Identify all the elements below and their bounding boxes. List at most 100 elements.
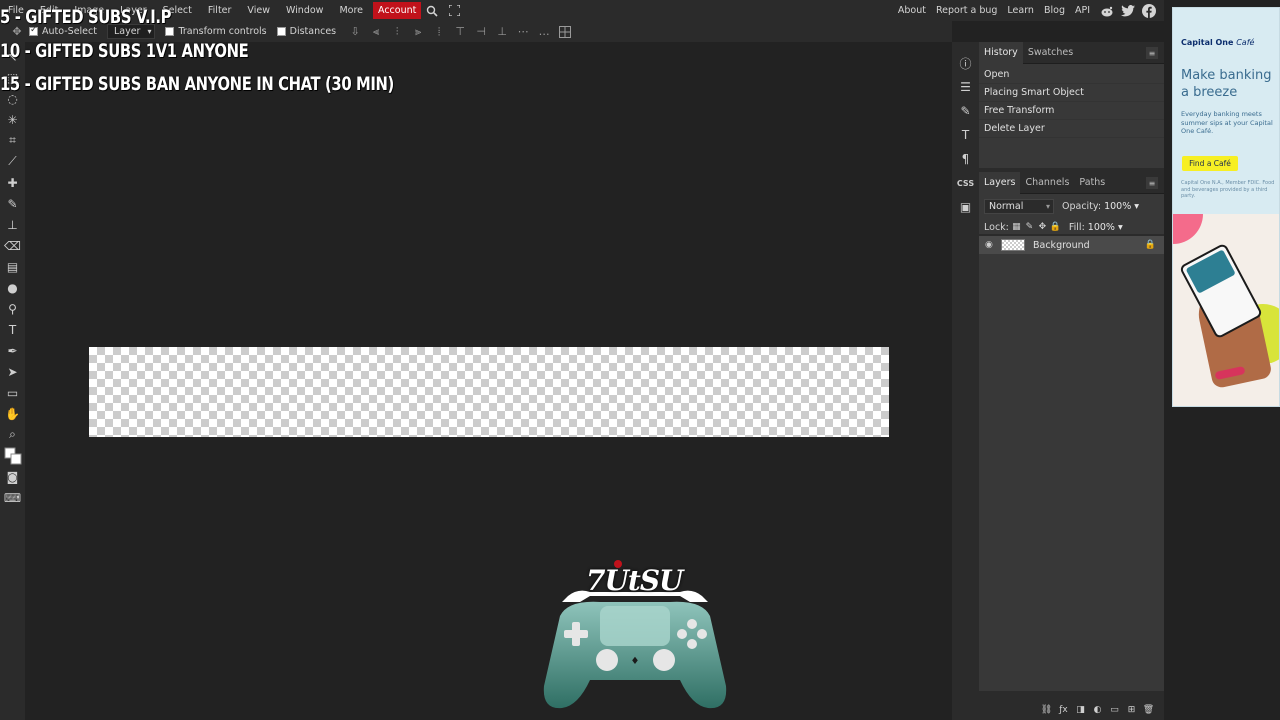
healing-brush-icon[interactable]: ✚ — [2, 172, 24, 193]
path-select-icon[interactable]: ➤ — [2, 361, 24, 382]
fullscreen-icon[interactable] — [443, 0, 465, 21]
more-options-icon[interactable]: … — [535, 23, 553, 41]
layers-menu-icon[interactable]: ≡ — [1146, 177, 1158, 189]
transform-controls-checkbox[interactable] — [165, 27, 175, 36]
history-row[interactable]: Delete Layer — [979, 120, 1164, 138]
tab-paths[interactable]: Paths — [1074, 172, 1110, 194]
align-top-icon[interactable]: ⊤ — [451, 23, 469, 41]
fill-value[interactable]: 100% — [1088, 222, 1115, 233]
magic-wand-icon[interactable]: ✳ — [2, 109, 24, 130]
ad-area: Capital One Café Make banking a breeze E… — [1164, 0, 1280, 720]
api-link[interactable]: API — [1070, 5, 1095, 16]
align-bottom-icon[interactable]: ⊥ — [493, 23, 511, 41]
layer-row[interactable]: ◉ Background 🔒 — [979, 236, 1164, 254]
eyedropper-icon[interactable]: ⟋ — [2, 151, 24, 172]
align-middle-icon[interactable]: ⊣ — [472, 23, 490, 41]
brush-settings-icon[interactable]: ✎ — [955, 100, 977, 122]
auto-select-checkbox[interactable] — [29, 25, 38, 36]
account-button[interactable]: Account — [373, 2, 422, 19]
new-layer-icon[interactable]: ⊞ — [1124, 703, 1139, 718]
crop-tool-icon[interactable]: ⌗ — [2, 130, 24, 151]
layer-mask-icon[interactable]: ◨ — [1073, 703, 1088, 718]
adjustment-layer-icon[interactable]: ◐ — [1090, 703, 1105, 718]
facebook-icon[interactable] — [1140, 2, 1158, 20]
learn-link[interactable]: Learn — [1002, 5, 1039, 16]
dodge-tool-icon[interactable]: ⚲ — [2, 298, 24, 319]
color-swatches-icon[interactable] — [2, 445, 24, 466]
gradient-tool-icon[interactable]: ▤ — [2, 256, 24, 277]
keyboard-icon[interactable]: ⌨ — [2, 487, 24, 508]
character-icon[interactable]: T — [955, 124, 977, 146]
fill-label: Fill: — [1068, 221, 1085, 233]
paragraph-icon[interactable]: ¶ — [955, 148, 977, 170]
quick-mask-icon[interactable]: ◙ — [2, 466, 24, 487]
align-center-icon[interactable]: ⫶ — [388, 23, 406, 41]
ad-cta-button[interactable]: Find a Café — [1182, 156, 1238, 171]
overlay-line-1: 5 - GIFTED SUBS V.I.P — [0, 6, 172, 28]
brush-tool-icon[interactable]: ✎ — [2, 193, 24, 214]
menu-more[interactable]: More — [331, 0, 371, 21]
info-icon[interactable]: ⓘ — [955, 52, 977, 74]
type-tool-icon[interactable]: T — [2, 319, 24, 340]
document-canvas[interactable] — [89, 347, 889, 437]
blog-link[interactable]: Blog — [1039, 5, 1070, 16]
pen-tool-icon[interactable]: ✒ — [2, 340, 24, 361]
search-icon[interactable] — [421, 0, 443, 21]
align-right-icon[interactable]: ⫸ — [409, 23, 427, 41]
hand-tool-icon[interactable]: ✋ — [2, 403, 24, 424]
report-bug-link[interactable]: Report a bug — [931, 5, 1002, 16]
link-layers-icon[interactable]: ⛓ — [1039, 703, 1054, 718]
image-icon[interactable]: ▣ — [955, 196, 977, 218]
tab-history[interactable]: History — [979, 41, 1023, 64]
ad-photo-corner — [1173, 214, 1203, 244]
about-link[interactable]: About — [893, 5, 931, 16]
advertisement[interactable]: Capital One Café Make banking a breeze E… — [1172, 7, 1280, 407]
history-row[interactable]: Placing Smart Object — [979, 84, 1164, 102]
lock-all-icon[interactable]: 🔒 — [1050, 222, 1061, 233]
eraser-tool-icon[interactable]: ⌫ — [2, 235, 24, 256]
distances-checkbox[interactable] — [276, 27, 286, 36]
opacity-value[interactable]: 100% — [1104, 201, 1131, 212]
align-left-icon[interactable]: ⫷ — [367, 23, 385, 41]
zoom-tool-icon[interactable]: ⌕ — [2, 424, 24, 445]
distribute-h-icon[interactable]: ⋯ — [514, 23, 532, 41]
clone-stamp-icon[interactable]: ⊥ — [2, 214, 24, 235]
opacity-dropdown-icon[interactable]: ▾ — [1134, 201, 1139, 212]
menu-bar: File Edit Image Layer Select Filter View… — [0, 0, 1164, 21]
layer-thumbnail — [1001, 239, 1025, 251]
shape-tool-icon[interactable]: ▭ — [2, 382, 24, 403]
new-group-icon[interactable]: ▭ — [1107, 703, 1122, 718]
history-menu-icon[interactable]: ≡ — [1146, 47, 1158, 59]
lock-position-icon[interactable]: ✥ — [1037, 222, 1048, 233]
layers-list: ◉ Background 🔒 — [979, 236, 1164, 691]
menu-view[interactable]: View — [239, 0, 278, 21]
visibility-eye-icon[interactable]: ◉ — [985, 240, 999, 250]
lock-pixels-icon[interactable]: ✎ — [1024, 222, 1035, 233]
history-row[interactable]: Open — [979, 66, 1164, 84]
properties-icon[interactable]: ☰ — [955, 76, 977, 98]
twitter-icon[interactable] — [1119, 2, 1137, 20]
delete-layer-icon[interactable]: 🗑 — [1141, 703, 1156, 718]
reddit-icon[interactable] — [1098, 2, 1116, 20]
tab-layers[interactable]: Layers — [979, 171, 1021, 194]
history-panel: Open Placing Smart Object Free Transform… — [979, 64, 1164, 168]
tab-swatches[interactable]: Swatches — [1023, 42, 1078, 64]
distribute-icon[interactable]: ⦙ — [430, 23, 448, 41]
download-icon[interactable]: ⇩ — [346, 23, 364, 41]
tab-channels[interactable]: Channels — [1020, 172, 1074, 194]
transform-controls-option[interactable]: Transform controls — [165, 26, 267, 37]
canvas-workspace[interactable] — [25, 42, 952, 720]
grid-icon[interactable] — [556, 23, 574, 41]
menu-right-links: About Report a bug Learn Blog API — [893, 2, 1164, 20]
css-icon[interactable]: CSS — [955, 172, 977, 194]
layer-effects-icon[interactable]: ƒx — [1056, 703, 1071, 718]
ad-body: Everyday banking meets summer sips at yo… — [1181, 110, 1273, 135]
lock-transparency-icon[interactable]: ▦ — [1011, 222, 1022, 233]
menu-window[interactable]: Window — [278, 0, 331, 21]
blend-mode-select[interactable]: Normal — [984, 198, 1054, 214]
distances-option[interactable]: Distances — [276, 26, 336, 37]
fill-dropdown-icon[interactable]: ▾ — [1118, 222, 1123, 233]
menu-filter[interactable]: Filter — [200, 0, 240, 21]
blur-tool-icon[interactable]: ● — [2, 277, 24, 298]
history-row[interactable]: Free Transform — [979, 102, 1164, 120]
